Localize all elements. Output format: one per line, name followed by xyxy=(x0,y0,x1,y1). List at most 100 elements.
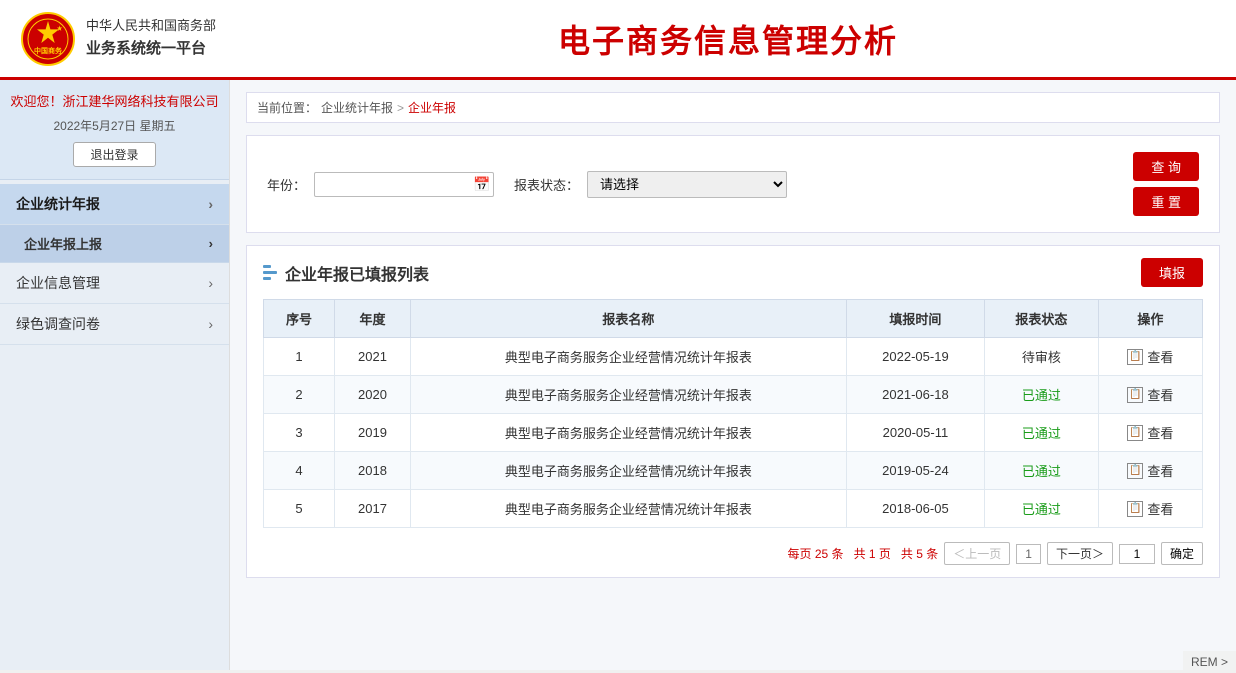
fill-report-button[interactable]: 填报 xyxy=(1141,258,1203,287)
table-title: 企业年报已填报列表 xyxy=(263,261,429,285)
chevron-right-icon-sub: › xyxy=(209,236,213,251)
logout-button[interactable]: 退出登录 xyxy=(73,142,155,167)
cell-action[interactable]: 📋 查看 xyxy=(1098,452,1202,490)
total-rows: 共 5 条 xyxy=(901,547,938,561)
header: 中国商务 中华人民共和国商务部 业务系统统一平台 电子商务信息管理分析 xyxy=(0,0,1236,80)
view-link[interactable]: 📋 查看 xyxy=(1127,499,1173,518)
breadcrumb-current: 企业年报 xyxy=(408,99,456,116)
col-action: 操作 xyxy=(1098,300,1202,338)
table-row: 2 2020 典型电子商务服务企业经营情况统计年报表 2021-06-18 已通… xyxy=(264,376,1203,414)
table-panel: 企业年报已填报列表 填报 序号 年度 报表名称 填报时间 报表状态 操作 xyxy=(246,245,1220,578)
sidebar-item-label: 企业信息管理 xyxy=(16,273,100,293)
year-input[interactable] xyxy=(323,177,473,192)
breadcrumb: 当前位置： 企业统计年报 > 企业年报 xyxy=(246,92,1220,123)
status-filter-group: 报表状态： 请选择 待审核 已通过 未通过 xyxy=(514,171,787,198)
page-title: 电子商务信息管理分析 xyxy=(240,16,1216,62)
view-icon: 📋 xyxy=(1127,349,1143,365)
pagination-info: 每页 25 条 共 1 页 共 5 条 xyxy=(788,545,939,562)
footer-rem: REM > xyxy=(1183,651,1236,673)
col-date: 填报时间 xyxy=(846,300,984,338)
cell-status: 已通过 xyxy=(984,452,1098,490)
view-link[interactable]: 📋 查看 xyxy=(1127,461,1173,480)
cell-year: 2018 xyxy=(335,452,411,490)
sidebar-item-enterprise-info[interactable]: 企业信息管理 › xyxy=(0,263,229,304)
view-icon: 📋 xyxy=(1127,463,1143,479)
cell-action[interactable]: 📋 查看 xyxy=(1098,376,1202,414)
cell-status: 已通过 xyxy=(984,490,1098,528)
per-page: 每页 25 条 xyxy=(788,547,844,561)
col-no: 序号 xyxy=(264,300,335,338)
sidebar-item-green-survey[interactable]: 绿色调查问卷 › xyxy=(0,304,229,345)
next-page-button[interactable]: 下一页＞ xyxy=(1047,542,1113,565)
table-title-text: 企业年报已填报列表 xyxy=(285,261,429,285)
cell-status: 已通过 xyxy=(984,414,1098,452)
cell-no: 1 xyxy=(264,338,335,376)
sidebar-sub-item-label: 企业年报上报 xyxy=(24,234,102,253)
cell-name: 典型电子商务服务企业经营情况统计年报表 xyxy=(410,490,846,528)
status-label: 报表状态： xyxy=(514,175,579,194)
cell-name: 典型电子商务服务企业经营情况统计年报表 xyxy=(410,338,846,376)
view-icon: 📋 xyxy=(1127,501,1143,517)
page-jump-input[interactable] xyxy=(1119,544,1155,564)
cell-year: 2019 xyxy=(335,414,411,452)
cell-name: 典型电子商务服务企业经营情况统计年报表 xyxy=(410,376,846,414)
list-icon xyxy=(263,265,277,280)
sidebar-user-panel: 欢迎您！浙江建华网络科技有限公司 2022年5月27日 星期五 退出登录 xyxy=(0,80,229,180)
table-row: 1 2021 典型电子商务服务企业经营情况统计年报表 2022-05-19 待审… xyxy=(264,338,1203,376)
breadcrumb-prefix: 当前位置： xyxy=(257,99,317,116)
year-filter-group: 年份： 📅 xyxy=(267,172,494,197)
filter-panel: 年份： 📅 报表状态： 请选择 待审核 已通过 未通过 查 询 重 置 xyxy=(246,135,1220,233)
view-icon: 📋 xyxy=(1127,387,1143,403)
table-header: 企业年报已填报列表 填报 xyxy=(263,258,1203,287)
cell-name: 典型电子商务服务企业经营情况统计年报表 xyxy=(410,414,846,452)
cell-date: 2020-05-11 xyxy=(846,414,984,452)
cell-date: 2021-06-18 xyxy=(846,376,984,414)
cell-no: 5 xyxy=(264,490,335,528)
cell-year: 2021 xyxy=(335,338,411,376)
breadcrumb-parent[interactable]: 企业统计年报 xyxy=(321,99,393,116)
sidebar: 欢迎您！浙江建华网络科技有限公司 2022年5月27日 星期五 退出登录 企业统… xyxy=(0,80,230,670)
org-line2: 业务系统统一平台 xyxy=(86,37,216,61)
col-year: 年度 xyxy=(335,300,411,338)
table-row: 5 2017 典型电子商务服务企业经营情况统计年报表 2018-06-05 已通… xyxy=(264,490,1203,528)
rem-text: REM > xyxy=(1191,655,1228,669)
sidebar-item-label: 企业统计年报 xyxy=(16,194,100,214)
cell-no: 3 xyxy=(264,414,335,452)
reset-button[interactable]: 重 置 xyxy=(1133,187,1199,216)
table-row: 4 2018 典型电子商务服务企业经营情况统计年报表 2019-05-24 已通… xyxy=(264,452,1203,490)
year-label: 年份： xyxy=(267,175,306,194)
cell-year: 2017 xyxy=(335,490,411,528)
chevron-right-icon: › xyxy=(208,196,213,212)
sidebar-item-annual-report[interactable]: 企业统计年报 › xyxy=(0,184,229,225)
logo-area: 中国商务 中华人民共和国商务部 业务系统统一平台 xyxy=(20,11,240,67)
logo-text: 中华人民共和国商务部 业务系统统一平台 xyxy=(86,16,216,61)
sidebar-item-annual-report-upload[interactable]: 企业年报上报 › xyxy=(0,225,229,263)
view-link[interactable]: 📋 查看 xyxy=(1127,423,1173,442)
cell-date: 2022-05-19 xyxy=(846,338,984,376)
table-header-row: 序号 年度 报表名称 填报时间 报表状态 操作 xyxy=(264,300,1203,338)
cell-name: 典型电子商务服务企业经营情况统计年报表 xyxy=(410,452,846,490)
cell-action[interactable]: 📋 查看 xyxy=(1098,338,1202,376)
year-input-wrapper: 📅 xyxy=(314,172,494,197)
status-select[interactable]: 请选择 待审核 已通过 未通过 xyxy=(587,171,787,198)
logo-emblem: 中国商务 xyxy=(20,11,76,67)
view-icon: 📋 xyxy=(1127,425,1143,441)
page-confirm-button[interactable]: 确定 xyxy=(1161,542,1203,565)
chevron-right-icon-2: › xyxy=(208,275,213,291)
sidebar-item-label: 绿色调查问卷 xyxy=(16,314,100,334)
chevron-right-icon-3: › xyxy=(208,316,213,332)
cell-year: 2020 xyxy=(335,376,411,414)
welcome-text: 欢迎您！浙江建华网络科技有限公司 xyxy=(10,92,219,113)
cell-action[interactable]: 📋 查看 xyxy=(1098,490,1202,528)
filter-buttons: 查 询 重 置 xyxy=(1133,152,1199,216)
calendar-icon[interactable]: 📅 xyxy=(473,176,490,193)
prev-page-button[interactable]: ＜上一页 xyxy=(944,542,1010,565)
view-link[interactable]: 📋 查看 xyxy=(1127,347,1173,366)
cell-action[interactable]: 📋 查看 xyxy=(1098,414,1202,452)
col-status: 报表状态 xyxy=(984,300,1098,338)
cell-status: 已通过 xyxy=(984,376,1098,414)
report-table: 序号 年度 报表名称 填报时间 报表状态 操作 1 2021 典型电子商务服务企… xyxy=(263,299,1203,528)
query-button[interactable]: 查 询 xyxy=(1133,152,1199,181)
view-link[interactable]: 📋 查看 xyxy=(1127,385,1173,404)
sidebar-menu: 企业统计年报 › 企业年报上报 › 企业信息管理 › 绿色调查问卷 › xyxy=(0,184,229,345)
